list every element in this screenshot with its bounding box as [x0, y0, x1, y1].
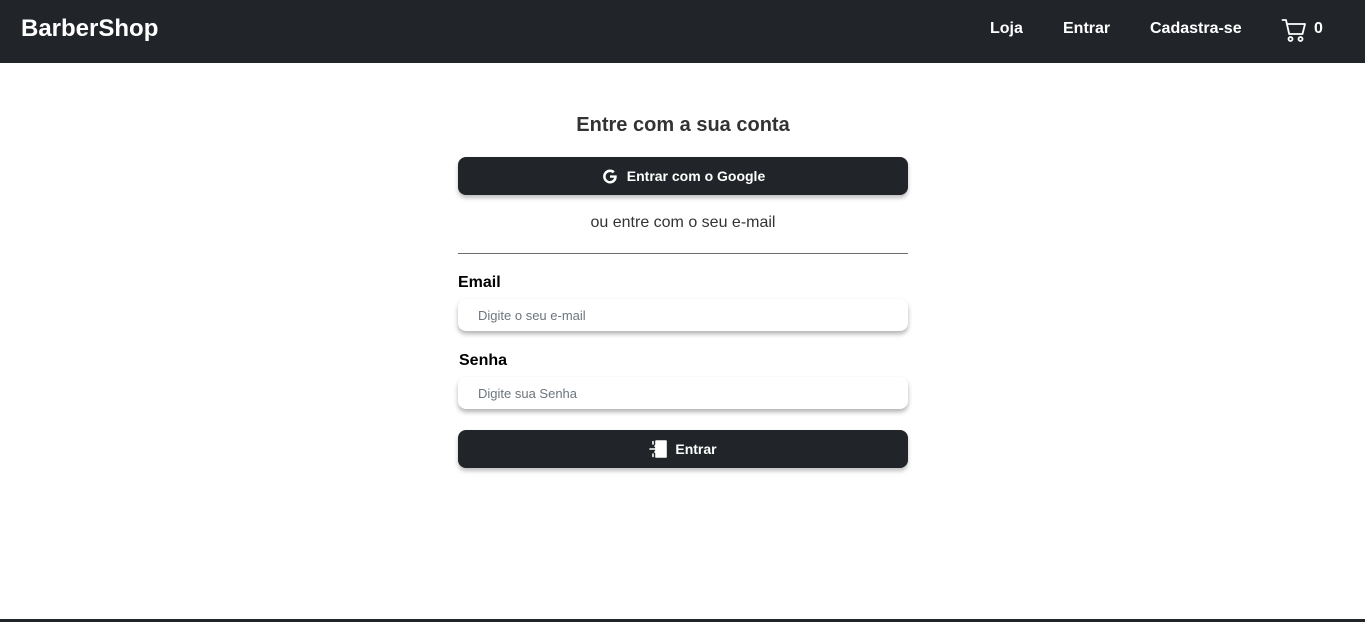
- divider: [458, 253, 908, 254]
- google-icon: [601, 167, 619, 185]
- google-login-button[interactable]: Entrar com o Google: [458, 157, 908, 195]
- email-label: Email: [458, 274, 501, 291]
- cart-icon: [1281, 17, 1307, 43]
- nav-link-entrar[interactable]: Entrar: [1063, 19, 1110, 39]
- cart-count: 0: [1314, 20, 1323, 37]
- page-title: Entre com a sua conta: [576, 114, 790, 136]
- nav-link-loja[interactable]: Loja: [990, 19, 1023, 39]
- password-input[interactable]: [458, 377, 908, 409]
- or-divider-text: ou entre com o seu e-mail: [590, 214, 776, 231]
- sign-in-icon: [649, 440, 668, 458]
- cart-button[interactable]: 0: [1281, 17, 1323, 45]
- google-login-label: Entrar com o Google: [626, 168, 766, 184]
- navbar: BarberShop Loja Entrar Cadastra-se 0: [0, 0, 1365, 63]
- login-submit-label: Entrar: [675, 441, 717, 457]
- email-input[interactable]: [458, 299, 908, 331]
- brand-logo[interactable]: BarberShop: [21, 14, 158, 44]
- password-label: Senha: [459, 352, 508, 369]
- login-submit-button[interactable]: Entrar: [458, 430, 908, 468]
- nav-link-cadastra-se[interactable]: Cadastra-se: [1150, 19, 1242, 39]
